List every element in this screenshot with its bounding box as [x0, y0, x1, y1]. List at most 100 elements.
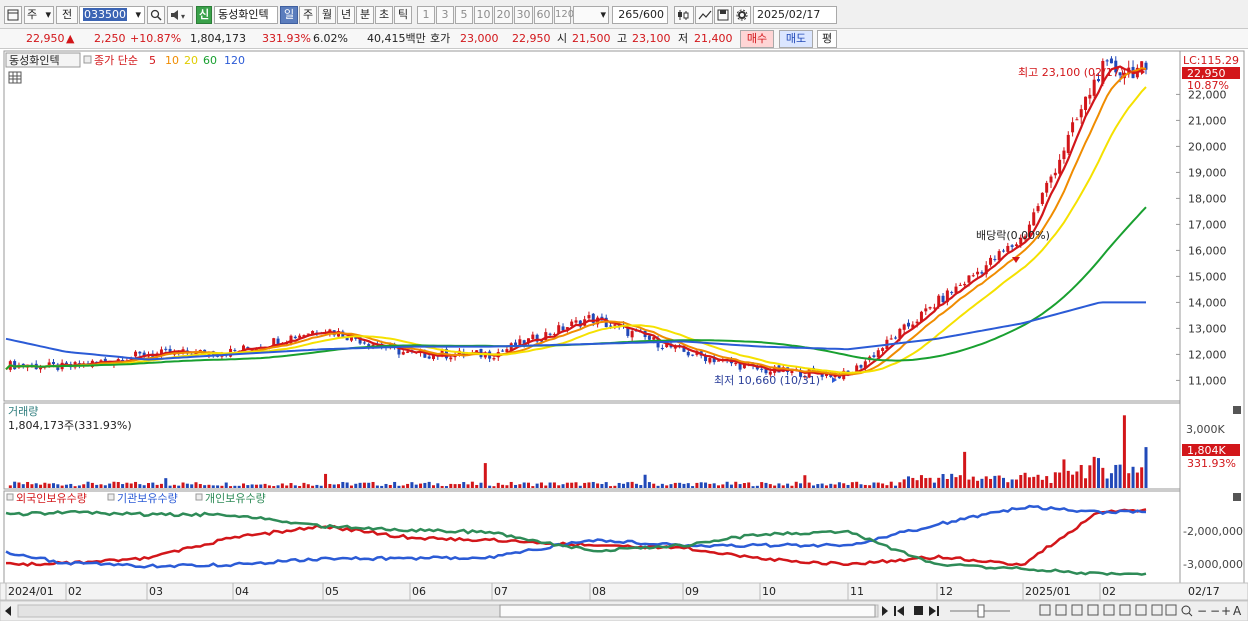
volume-bar [1114, 464, 1118, 488]
date-input[interactable]: 2025/02/17 [753, 6, 837, 24]
candle-body [164, 348, 168, 350]
volume-bar [254, 484, 258, 488]
interval-5[interactable]: 5 [455, 6, 473, 24]
date-tick-label: 08 [592, 585, 606, 598]
volume-bar [803, 475, 807, 488]
volume-bar [453, 484, 457, 488]
tab-second[interactable]: 초 [375, 6, 393, 24]
search-button[interactable] [147, 6, 165, 24]
average-button[interactable]: 평 [817, 30, 837, 48]
tab-year[interactable]: 년 [337, 6, 355, 24]
minus-icon[interactable]: − [1210, 604, 1220, 618]
prev-button[interactable]: 전 [56, 6, 78, 24]
volume-bar [311, 485, 315, 488]
sound-button[interactable]: ▾ [167, 6, 193, 24]
interval-10[interactable]: 10 [474, 6, 493, 24]
tab-tick[interactable]: 틱 [394, 6, 412, 24]
volume-bar [622, 483, 625, 488]
sell-button[interactable]: 매도 [779, 30, 813, 48]
volume-bar [1014, 479, 1018, 488]
volume-bar [367, 482, 371, 488]
legend-checkbox[interactable] [83, 55, 92, 64]
candle-body [406, 351, 410, 353]
volume-bar [1105, 478, 1109, 488]
data-table-button[interactable] [8, 71, 22, 84]
volume-bar [1053, 472, 1057, 488]
tab-day[interactable]: 일 [280, 6, 298, 24]
tab-minute[interactable]: 분 [356, 6, 374, 24]
price-info-bar: 22,950 ▲ 2,250 +10.87% 1,804,173 331.93%… [0, 29, 1248, 49]
zoom-slider-handle[interactable] [977, 604, 985, 618]
volume-bar [8, 485, 12, 488]
custom-interval-select[interactable]: ▾ [573, 6, 609, 24]
interval-120[interactable]: 120 [554, 6, 574, 24]
volume-bar [444, 486, 448, 488]
holdings-checkbox[interactable] [6, 493, 14, 501]
buy-button[interactable]: 매수 [740, 30, 774, 48]
price-tick-label: 13,000 [1188, 322, 1227, 335]
zoom-out-icon[interactable]: − [1197, 604, 1207, 618]
date-tick-label: 06 [412, 585, 426, 598]
candle-body [1062, 150, 1066, 160]
candle-body [1014, 244, 1018, 247]
holdings-panel-close-button[interactable] [1233, 493, 1241, 501]
volume-bar [349, 485, 353, 488]
volume-bar [552, 482, 556, 488]
new-badge: 신 [196, 6, 212, 24]
trend-tool-button[interactable] [695, 6, 713, 24]
volume-bar [30, 484, 34, 488]
candle-body [924, 308, 928, 312]
volume-bar [945, 478, 949, 488]
candle-body [492, 358, 496, 360]
save-button[interactable] [714, 6, 732, 24]
market-type-select[interactable]: 주 ▾ [24, 6, 54, 24]
holdings-checkbox[interactable] [195, 493, 203, 501]
volume-bar [43, 482, 47, 488]
volume-bar [881, 483, 885, 488]
interval-3[interactable]: 3 [436, 6, 454, 24]
candle-body [134, 351, 138, 357]
price-tick-label: 12,000 [1188, 348, 1227, 361]
high-price: 23,100 [632, 32, 671, 45]
holdings-axis-label-1: -2,000,000 [1183, 525, 1243, 538]
candle-body [1032, 212, 1036, 226]
volume-bar [1092, 456, 1096, 488]
volume-bar [375, 485, 379, 488]
holdings-checkbox[interactable] [107, 493, 115, 501]
candle-type-button[interactable] [674, 6, 694, 24]
interval-30[interactable]: 30 [514, 6, 533, 24]
volume-bar [345, 482, 349, 488]
volume-bar [673, 482, 677, 488]
date-tick-label: 07 [494, 585, 508, 598]
candle-body [52, 361, 55, 364]
interval-60[interactable]: 60 [534, 6, 553, 24]
volume-bar [289, 483, 293, 488]
stock-code-input[interactable]: 033500 ▾ [79, 6, 145, 24]
stop-icon[interactable] [914, 606, 923, 615]
gear-icon [736, 9, 748, 21]
zoom-in-icon[interactable]: + [1221, 604, 1231, 618]
interval-20[interactable]: 20 [494, 6, 513, 24]
volume-panel-close-button[interactable] [1233, 406, 1241, 414]
volume-bar [1036, 474, 1040, 488]
interval-1[interactable]: 1 [417, 6, 435, 24]
candle-body [1092, 79, 1096, 96]
candle-body [570, 321, 574, 326]
price-axis-panel [1179, 50, 1245, 584]
tab-month[interactable]: 월 [318, 6, 336, 24]
volume-bar [794, 481, 798, 488]
candle-body [902, 324, 906, 330]
tab-week[interactable]: 주 [299, 6, 317, 24]
volume-bar [134, 481, 138, 488]
settings-button[interactable] [733, 6, 751, 24]
volume-bar [1075, 471, 1079, 488]
count-display[interactable]: 265/600 [612, 6, 668, 24]
date-tick-label: 2025/01 [1025, 585, 1071, 598]
window-menu-button[interactable] [4, 6, 22, 24]
scrollbar-thumb[interactable] [499, 604, 876, 618]
candle-body [881, 348, 885, 351]
volume-value-text: 1,804,173주(331.93%) [8, 419, 132, 432]
search-icon [150, 9, 162, 21]
volume-bar [1084, 478, 1088, 488]
font-size-icon[interactable]: A [1233, 604, 1242, 618]
